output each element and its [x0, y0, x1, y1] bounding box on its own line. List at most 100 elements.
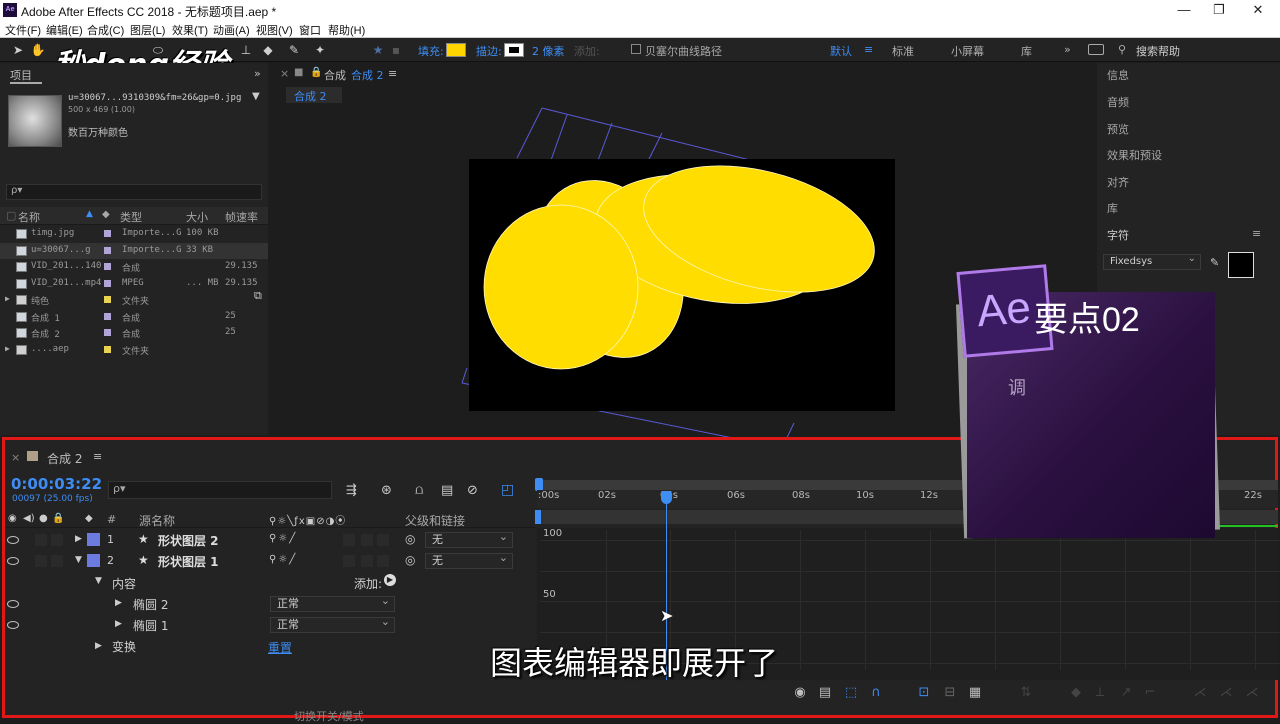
menu-help[interactable]: 帮助(H) [328, 22, 365, 38]
audio-panel-tab[interactable]: 音频 [1107, 94, 1129, 110]
layer-switches[interactable]: ⚲☼╱ [269, 554, 297, 565]
layer-name[interactable]: 形状图层 1 [158, 553, 219, 570]
effects-presets-tab[interactable]: 效果和预设 [1107, 147, 1162, 163]
info-panel-tab[interactable]: 信息 [1107, 67, 1129, 83]
solo-toggle[interactable] [35, 534, 47, 546]
star-icon[interactable]: ★ [370, 42, 386, 58]
preview-panel-tab[interactable]: 预览 [1107, 121, 1129, 137]
snap-icon[interactable]: ∩ [868, 685, 884, 701]
contents-expand-icon[interactable]: ▼ [95, 576, 102, 586]
hold-icon[interactable]: ⟂ [1092, 685, 1108, 701]
fill-color-swatch[interactable] [446, 43, 466, 57]
label-color-swatch[interactable] [104, 312, 111, 320]
comp-flowchart-icon[interactable]: ⇶ [346, 483, 357, 498]
pick-whip-icon[interactable]: ◎ [405, 532, 415, 546]
switch-box[interactable] [343, 555, 355, 567]
group-expand-icon[interactable]: ▶ [115, 619, 122, 629]
workspace-library[interactable]: 库 [1021, 43, 1032, 59]
menu-layer[interactable]: 图层(L) [130, 22, 165, 38]
motion-blur-icon[interactable]: ⊘ [467, 483, 478, 498]
comp-canvas[interactable] [469, 159, 895, 411]
close-timeline-tab-icon[interactable]: × [11, 451, 20, 464]
project-list-item[interactable]: u=30067...g Importe...G 33 KB [0, 242, 268, 259]
pin-tool-icon[interactable]: ⊥ [238, 42, 254, 58]
graph-editor-icon[interactable]: ◰ [501, 482, 514, 498]
file-dropdown-icon[interactable]: ▼ [252, 91, 260, 102]
menu-composition[interactable]: 合成(C) [87, 22, 124, 38]
layer-expand-icon[interactable]: ▶ [75, 534, 82, 544]
playhead-handle[interactable] [661, 491, 672, 504]
panel-menu-icon[interactable]: ≡ [388, 67, 397, 80]
visibility-eye-icon[interactable] [7, 557, 19, 565]
expand-folder-icon[interactable]: ▶ [5, 344, 10, 353]
workspace-default[interactable]: 默认 [830, 43, 852, 59]
layer-name[interactable]: 形状图层 2 [158, 532, 219, 549]
close-button[interactable]: ✕ [1238, 0, 1278, 20]
group-name[interactable]: 椭圆 2 [133, 596, 168, 613]
minimize-button[interactable]: — [1164, 0, 1204, 20]
draft-3d-icon[interactable]: ⊛ [381, 483, 392, 498]
timeline-search-input[interactable]: ρ▾ [108, 481, 332, 499]
comp-breadcrumb[interactable]: 合成 2 [286, 87, 342, 103]
switch-box[interactable] [377, 555, 389, 567]
selection-tool-icon[interactable]: ➤ [10, 42, 26, 58]
timeline-comp-tab[interactable]: 合成 2 [47, 450, 82, 467]
timeline-layer-row[interactable]: ▼ 2 ★ 形状图层 1 ⚲☼╱ ◎ 无 [5, 551, 535, 572]
label-color-swatch[interactable] [104, 246, 111, 254]
fps-column[interactable]: 帧速率 [225, 209, 258, 225]
menu-edit[interactable]: 编辑(E) [46, 22, 83, 38]
add-property-button[interactable]: ▶ [384, 574, 396, 586]
keyframe-icon[interactable]: ◆ [1068, 685, 1084, 701]
visibility-eye-icon[interactable] [7, 536, 19, 544]
label-color-swatch[interactable] [104, 279, 111, 287]
hand-tool-icon[interactable]: ✋ [30, 42, 46, 58]
character-panel-tab[interactable]: 字符 [1107, 227, 1129, 243]
graph-options-icon[interactable]: ▤ [817, 685, 833, 701]
flowchart-icon[interactable]: ⧉ [254, 289, 262, 303]
project-list-item[interactable]: timg.jpg Importe...G 100 KB [0, 226, 268, 242]
project-list-item[interactable]: 合成 2 合成 25 [0, 325, 268, 341]
timeline-layer-row[interactable]: ▶ 1 ★ 形状图层 2 ⚲☼╱ ◎ 无 [5, 530, 535, 551]
solo-toggle[interactable] [35, 555, 47, 567]
workspace-small-screen[interactable]: 小屏幕 [951, 43, 984, 59]
lock-icon[interactable]: 🔒 [310, 67, 322, 78]
menu-window[interactable]: 窗口 [299, 22, 321, 38]
ease-out-icon[interactable]: ⋌ [1244, 685, 1260, 701]
layer-expand-icon[interactable]: ▼ [75, 555, 82, 565]
ease-in-icon[interactable]: ⋌ [1218, 685, 1234, 701]
roto-tool-icon[interactable]: ✎ [286, 42, 302, 58]
square-icon[interactable]: ▪ [388, 42, 404, 58]
fit-selection-icon[interactable]: ⊡ [916, 685, 932, 701]
fit-all-icon[interactable]: ⊟ [942, 685, 958, 701]
library-panel-tab[interactable]: 库 [1107, 200, 1118, 216]
menu-view[interactable]: 视图(V) [256, 22, 293, 38]
project-list-item[interactable]: ▶ 纯色 文件夹 [0, 292, 268, 308]
label-color-swatch[interactable] [104, 329, 111, 336]
project-list-item[interactable]: 合成 1 合成 25 [0, 309, 268, 325]
text-color-swatch[interactable] [1228, 252, 1254, 278]
parent-select[interactable]: 无 [425, 530, 513, 548]
visibility-eye-icon[interactable] [7, 621, 19, 629]
reset-transform-link[interactable]: 重置 [268, 639, 292, 656]
linear-icon[interactable]: ↗ [1118, 685, 1134, 701]
shape-group-row[interactable]: ▶ 椭圆 2 正常 [5, 594, 535, 616]
menu-animation[interactable]: 动画(A) [213, 22, 250, 38]
character-panel-menu-icon[interactable]: ≡ [1252, 227, 1261, 240]
project-list-item[interactable]: VID_201...mp4 MPEG ... MB 29.135 [0, 276, 268, 292]
label-color-swatch[interactable] [104, 296, 111, 303]
visibility-eye-icon[interactable] [7, 600, 19, 608]
menu-file[interactable]: 文件(F) [5, 22, 41, 38]
type-column[interactable]: 类型 [120, 209, 142, 225]
eyedropper-icon[interactable]: ✎ [1210, 256, 1219, 269]
expand-folder-icon[interactable]: ▶ [5, 294, 10, 303]
transform-box-icon[interactable]: ⬚ [843, 685, 859, 701]
menu-effect[interactable]: 效果(T) [172, 22, 208, 38]
stroke-width[interactable]: 2 像素 [532, 43, 565, 59]
workspace-menu-icon[interactable]: ≡ [864, 43, 873, 56]
pick-whip-icon[interactable]: ◎ [405, 553, 415, 567]
project-list-item[interactable]: VID_201...140 合成 29.135 [0, 259, 268, 275]
project-list-item[interactable]: ▶ ....aep 文件夹 [0, 342, 268, 358]
font-family-select[interactable]: Fixedsys [1103, 252, 1201, 270]
bezier-checkbox[interactable] [631, 44, 641, 54]
separate-dimensions-icon[interactable]: ⇅ [1018, 685, 1034, 701]
